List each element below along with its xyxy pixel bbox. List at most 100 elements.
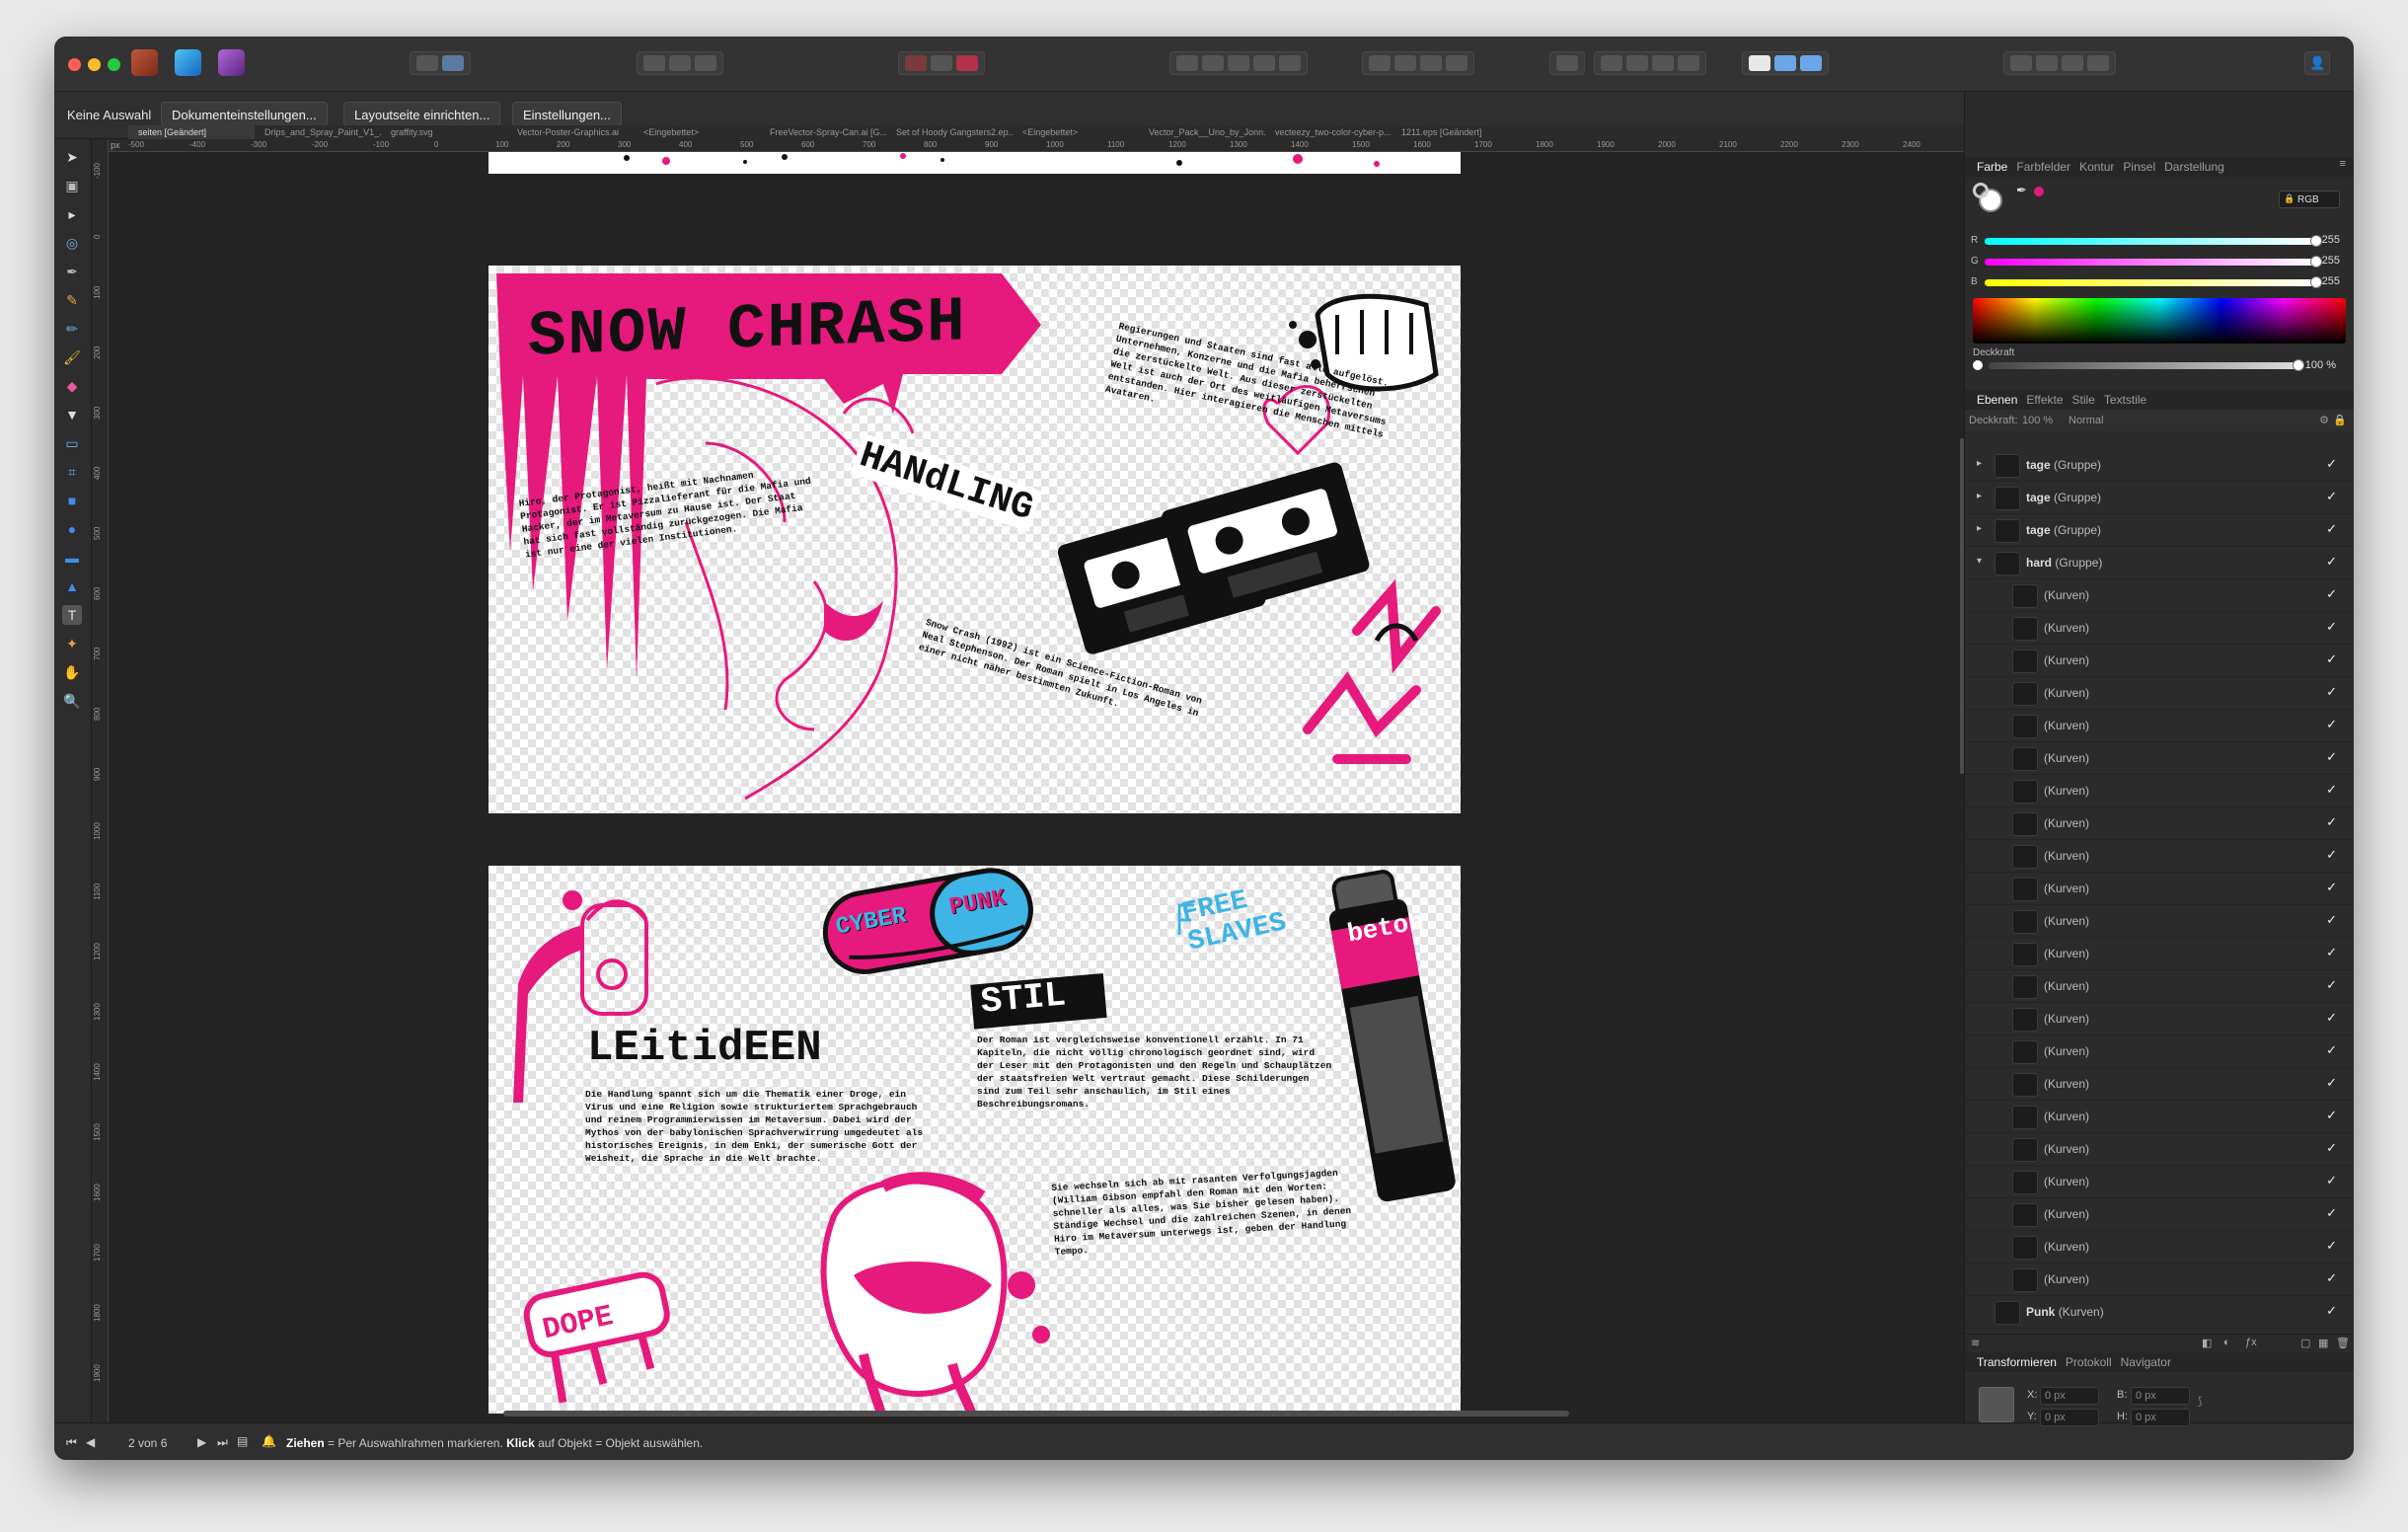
layer-opacity-value[interactable]: 100 % xyxy=(2022,415,2053,426)
snapping-icon[interactable] xyxy=(956,55,978,71)
account-button[interactable]: 👤 xyxy=(2304,51,2331,75)
layer-row[interactable]: ▾ hard (Gruppe) ✓ xyxy=(1965,547,2354,579)
align-right-icon[interactable] xyxy=(1420,55,1442,71)
zoom-tool-icon[interactable]: 🔍 xyxy=(62,691,82,711)
arrange-back-icon[interactable] xyxy=(1228,55,1249,71)
green-slider-knob[interactable] xyxy=(2310,256,2322,268)
horizontal-scrollbar[interactable] xyxy=(503,1411,1569,1417)
layer-visibility-checkbox[interactable]: ✓ xyxy=(2326,814,2337,830)
recent-color-swatch[interactable] xyxy=(2034,187,2044,196)
expand-arrow-icon[interactable]: ▸ xyxy=(1977,491,1982,501)
layer-row[interactable]: (Kurven) ✓ xyxy=(1965,612,2354,645)
pencil-tool-icon[interactable]: ✎ xyxy=(62,290,82,310)
document-tab[interactable]: Vector_Pack__Uno_by_Jonn... xyxy=(1139,125,1265,139)
arrange-front-icon[interactable] xyxy=(1176,55,1198,71)
layer-row[interactable]: (Kurven) ✓ xyxy=(1965,970,2354,1003)
document-tab[interactable]: <Eingebettet> xyxy=(1013,125,1139,139)
layer-row[interactable]: (Kurven) ✓ xyxy=(1965,1231,2354,1264)
panel-menu-icon[interactable]: ≡ xyxy=(2340,158,2346,170)
document-tab[interactable]: Vector-Poster-Graphics.ai xyxy=(507,125,634,139)
assistant-icon[interactable] xyxy=(2010,55,2032,71)
notification-bell-icon[interactable]: 🔔 xyxy=(262,1434,276,1448)
document-tab[interactable]: Drips_and_Spray_Paint_V1_... xyxy=(255,125,381,139)
flip-h-icon[interactable] xyxy=(1601,55,1622,71)
move-tool-icon[interactable]: ➤ xyxy=(62,147,82,167)
last-page-icon[interactable]: ⏭ xyxy=(217,1435,228,1450)
layer-row[interactable]: (Kurven) ✓ xyxy=(1965,1166,2354,1198)
triangle-tool-icon[interactable]: ▲ xyxy=(62,576,82,596)
layer-row[interactable]: (Kurven) ✓ xyxy=(1965,1101,2354,1133)
node-tool-icon[interactable]: ▸ xyxy=(62,204,82,224)
blue-value[interactable]: 255 xyxy=(2322,275,2340,287)
group-layers-icon[interactable]: ▦ xyxy=(2318,1337,2328,1349)
layer-visibility-checkbox[interactable]: ✓ xyxy=(2326,1270,2337,1286)
artboard-tool-icon[interactable]: ▣ xyxy=(62,176,82,195)
layer-visibility-checkbox[interactable]: ✓ xyxy=(2326,1205,2337,1221)
document-tab[interactable]: FreeVector-Spray-Can.ai [G... xyxy=(760,125,886,139)
spread-snow-crash[interactable]: SNOW CHRASH HANdLING Regierungen und Sta… xyxy=(489,266,1461,813)
expand-arrow-icon[interactable]: ▸ xyxy=(1977,523,1982,534)
align-center-icon[interactable] xyxy=(1394,55,1416,71)
y-field[interactable]: 0 px xyxy=(2040,1409,2099,1426)
photo-persona-icon[interactable] xyxy=(131,49,158,76)
layer-row[interactable]: (Kurven) ✓ xyxy=(1965,742,2354,775)
panel-tab[interactable]: Stile xyxy=(2072,393,2104,407)
color-picker-tool-icon[interactable]: ✦ xyxy=(62,634,82,653)
layer-row[interactable]: (Kurven) ✓ xyxy=(1965,645,2354,677)
add-layer-icon[interactable]: ▢ xyxy=(2300,1337,2310,1349)
panel-tab[interactable]: Transformieren xyxy=(1977,1355,2066,1369)
group-icon[interactable] xyxy=(1279,55,1301,71)
corner-tool-icon[interactable]: ◎ xyxy=(62,233,82,253)
rotate-icon[interactable] xyxy=(1652,55,1674,71)
text-tool-icon[interactable]: T xyxy=(62,605,82,625)
vector-brush-tool-icon[interactable]: ✏ xyxy=(62,319,82,339)
document-tab[interactable]: Set of Hoody Gangsters2.ep... xyxy=(886,125,1013,139)
preview-icon[interactable] xyxy=(442,55,464,71)
arrange-backward-icon[interactable] xyxy=(1253,55,1275,71)
stroke-swatch[interactable] xyxy=(1973,183,1989,198)
layer-row[interactable]: (Kurven) ✓ xyxy=(1965,1198,2354,1231)
panel-tab[interactable]: Protokoll xyxy=(2066,1355,2121,1369)
vertical-ruler[interactable]: -100 0 100 200 300 400 500 600 700 800 900 1000 1100… xyxy=(92,139,109,1422)
layer-row[interactable]: ▸ tage (Gruppe) ✓ xyxy=(1965,514,2354,547)
layer-row[interactable]: (Kurven) ✓ xyxy=(1965,710,2354,742)
layer-row[interactable]: ▸ tage (Gruppe) ✓ xyxy=(1965,449,2354,482)
document-tab[interactable]: graffity.svg xyxy=(381,125,507,139)
layer-visibility-checkbox[interactable]: ✓ xyxy=(2326,1140,2337,1156)
document-tab[interactable]: 1211.eps [Geändert] xyxy=(1392,125,1518,139)
anchor-point-selector[interactable] xyxy=(1979,1387,2014,1422)
layer-row[interactable]: ▸ tage (Gruppe) ✓ xyxy=(1965,482,2354,514)
red-value[interactable]: 255 xyxy=(2322,234,2340,246)
canvas[interactable]: SNOW CHRASH HANdLING Regierungen und Sta… xyxy=(109,152,1964,1422)
rounded-rect-tool-icon[interactable]: ▬ xyxy=(62,548,82,568)
layer-visibility-checkbox[interactable]: ✓ xyxy=(2326,717,2337,732)
layer-visibility-checkbox[interactable]: ✓ xyxy=(2326,977,2337,993)
designer-persona-icon[interactable] xyxy=(175,49,201,76)
export-icon[interactable] xyxy=(2036,55,2058,71)
panel-tab[interactable]: Darstellung xyxy=(2164,160,2233,174)
blue-slider[interactable] xyxy=(1985,276,2322,288)
aspect-link-icon[interactable]: ⟆ xyxy=(2198,1395,2202,1408)
rotate-ccw-icon[interactable] xyxy=(1678,55,1699,71)
fill-tool-icon[interactable]: ◆ xyxy=(62,376,82,396)
spread-cyberpunk[interactable]: CYBER PUNK FREE SLAVES STIL LEitidEEN DO… xyxy=(489,866,1461,1414)
layer-visibility-checkbox[interactable]: ✓ xyxy=(2326,1238,2337,1254)
document-tab[interactable]: vecteezy_two-color-cyber-p... xyxy=(1265,125,1392,139)
settings-icon[interactable] xyxy=(2087,55,2109,71)
layer-visibility-checkbox[interactable]: ✓ xyxy=(2326,1303,2337,1319)
layer-row[interactable]: (Kurven) ✓ xyxy=(1965,1264,2354,1296)
color-mode-select[interactable]: 🔒 RGB xyxy=(2279,191,2340,208)
layer-row[interactable]: (Kurven) ✓ xyxy=(1965,775,2354,807)
minimize-window-button[interactable] xyxy=(88,58,101,71)
layer-stack-icon[interactable]: ≋ xyxy=(1971,1337,1980,1349)
page-settings-icon[interactable]: ▤ xyxy=(237,1434,248,1448)
rectangle-tool-icon[interactable]: ■ xyxy=(62,491,82,510)
boolean-add-icon[interactable] xyxy=(1749,55,1770,71)
document-tab[interactable]: seiten [Geändert] xyxy=(128,125,255,139)
layer-visibility-checkbox[interactable]: ✓ xyxy=(2326,1010,2337,1026)
panel-tab[interactable]: Farbfelder xyxy=(2016,160,2079,174)
layer-row[interactable]: (Kurven) ✓ xyxy=(1965,1133,2354,1166)
layer-visibility-checkbox[interactable]: ✓ xyxy=(2326,1042,2337,1058)
layer-lock-icon[interactable]: 🔒 xyxy=(2333,414,2347,426)
layer-visibility-checkbox[interactable]: ✓ xyxy=(2326,1075,2337,1091)
